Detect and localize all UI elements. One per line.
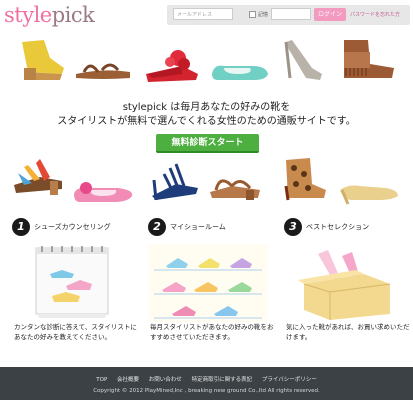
- footer-link-contact[interactable]: お問い合わせ: [149, 377, 182, 383]
- forgot-password-link[interactable]: パスワードを忘れた方: [350, 11, 400, 18]
- copyright: Copyright © 2012 PlayMined,Inc , breakin…: [93, 388, 320, 394]
- shoe-beige-pump: [338, 176, 400, 206]
- shoe-fringe-boot: [338, 38, 398, 84]
- footer-link-legal[interactable]: 特定商取引に関する表記: [192, 377, 253, 383]
- shoe-mint-flat: [210, 58, 270, 84]
- password-field[interactable]: [271, 8, 311, 20]
- step-title: ベストセレクション: [306, 223, 370, 231]
- footer-link-privacy[interactable]: プライバシーポリシー: [262, 377, 317, 383]
- email-field[interactable]: メールアドレス: [173, 8, 233, 20]
- shoe-brown-sandal: [74, 56, 132, 84]
- shoe-tan-strap-sandal: [206, 170, 264, 202]
- shoe-pink-ballet-flat: [70, 176, 136, 206]
- step-title: マイショールーム: [170, 223, 226, 231]
- site-footer: TOP 会社概要 お問い合わせ 特定商取引に関する表記 プライバシーポリシー C…: [0, 367, 413, 400]
- footer-link-company[interactable]: 会社概要: [117, 377, 139, 383]
- step-number: 2: [148, 218, 166, 236]
- tagline: stylepick は毎月あなたの好みの靴を スタイリストが無料で選んでくれる女…: [0, 101, 413, 129]
- shoe-navy-strappy-heel: [146, 160, 202, 202]
- step-description: カンタンな診断に答えて、スタイリストにあなたの好みを教えてください。: [14, 323, 137, 341]
- shoe-shelf-illustration: [148, 244, 268, 326]
- calendar-illustration: [22, 244, 122, 324]
- login-button[interactable]: ログイン: [314, 8, 346, 21]
- shoe-leopard-bootie: [278, 156, 330, 202]
- shoe-silver-heel: [282, 38, 326, 84]
- tagline-line-2: スタイリストが無料で選んでくれる女性のための通販サイトです。: [57, 116, 356, 127]
- free-diagnosis-button[interactable]: 無料診断スタート: [156, 134, 259, 153]
- step-title: シューズカウンセリング: [34, 223, 111, 231]
- site-header: stylepick メールアドレス 記憶 ログイン パスワードを忘れた方: [0, 0, 413, 30]
- shoe-yellow-wedge-bootie: [10, 38, 68, 84]
- remember-label: 記憶: [258, 12, 269, 18]
- step-description: 毎月スタイリストがあなたの好みの靴をおすすめさせていただきます。: [150, 323, 274, 341]
- shoe-red-flower-wedge: [142, 44, 200, 84]
- step-number: 1: [12, 218, 30, 236]
- logo-text-style: style: [4, 3, 52, 27]
- step-description: 気に入った靴があれば、お買い求めいただけます。: [286, 323, 410, 341]
- logo-text-pick: pick: [51, 3, 95, 27]
- tagline-line-1: stylepick は毎月あなたの好みの靴を: [122, 102, 291, 113]
- step-number: 3: [284, 218, 302, 236]
- site-logo[interactable]: stylepick: [4, 3, 95, 27]
- shoebox-illustration: [294, 244, 398, 326]
- footer-nav: TOP 会社概要 お問い合わせ 特定商取引に関する表記 プライバシーポリシー: [0, 375, 413, 383]
- login-bar: メールアドレス 記憶 ログイン パスワードを忘れた方: [167, 5, 410, 25]
- shoe-rainbow-platform: [10, 155, 66, 199]
- remember-checkbox[interactable]: [249, 11, 256, 18]
- footer-link-top[interactable]: TOP: [96, 377, 107, 383]
